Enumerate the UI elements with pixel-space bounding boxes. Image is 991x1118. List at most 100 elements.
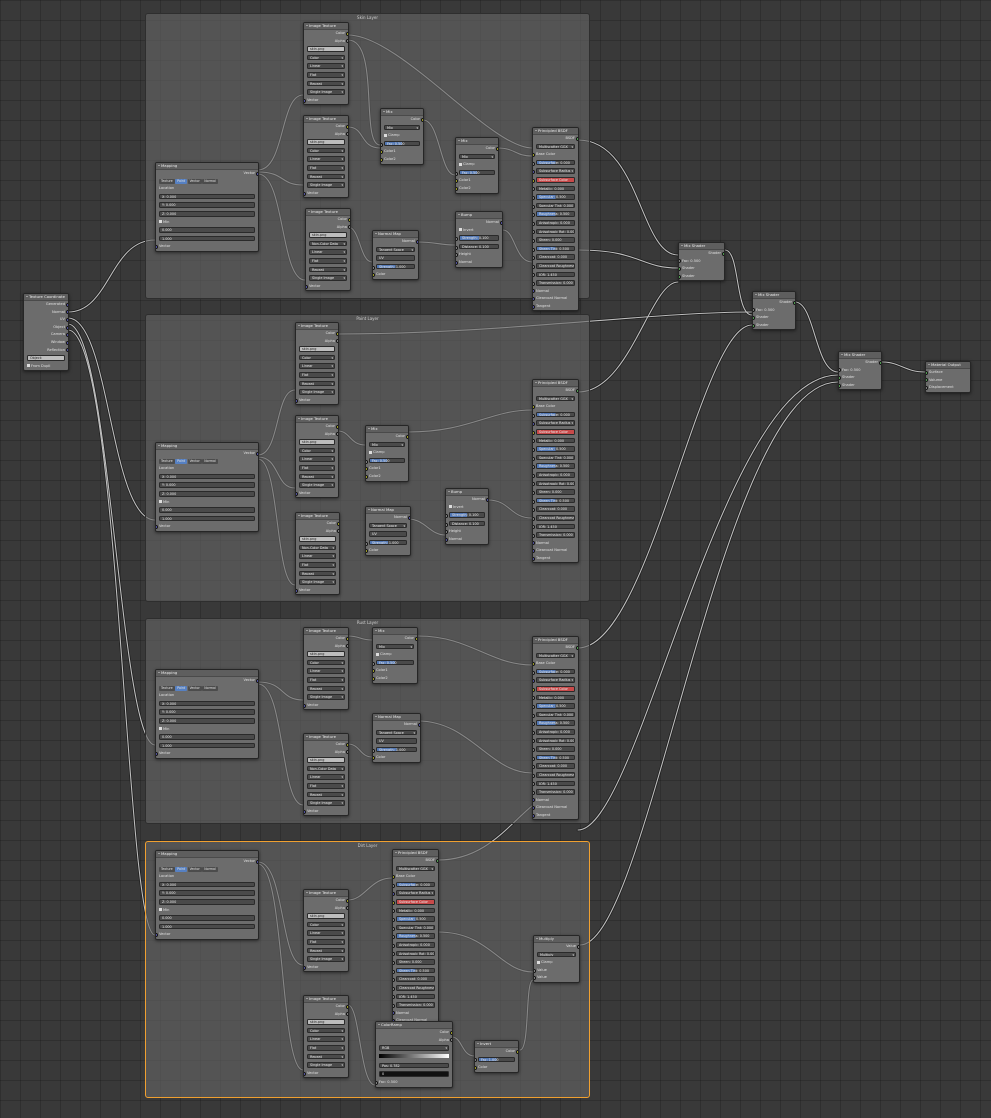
distribution-dropdown[interactable]: Multiscatter GGX [533,143,578,152]
blend-type-dropdown[interactable]: Mix [373,643,417,652]
image-texture-node[interactable]: Image Texture Color Alpha skin.png Non-Color… [305,208,351,292]
socket-icon[interactable] [304,1071,306,1076]
mix-rgb-node[interactable]: MixColorMixClampFac: 0.500Color1Color2 [455,137,499,194]
socket-icon[interactable] [346,132,348,137]
socket-icon[interactable] [304,98,306,103]
socket-icon[interactable] [879,360,881,365]
image-texture-node[interactable]: Image TextureColorAlphaskin.pngColorLine… [303,22,349,106]
extension-dropdown[interactable]: Repeat [309,266,347,273]
color-space-dropdown[interactable]: Color [307,1027,345,1034]
distribution-dropdown[interactable]: Multiscatter GGX [536,395,575,402]
sheen-slider[interactable]: Sheen: 0.000 [533,746,578,754]
specular-tint-slider[interactable]: Specular Tint: 0.000 [536,202,575,209]
interpolation-dropdown[interactable]: Linear [296,363,338,371]
socket-icon[interactable] [679,274,681,279]
image-texture-node[interactable]: Image TextureColorAlphaskin.pngColorLine… [303,115,349,199]
extension-dropdown[interactable]: Repeat [307,947,345,954]
color-space-dropdown[interactable]: Color [307,147,345,154]
socket-icon[interactable] [66,310,68,315]
blend-type-dropdown[interactable]: Mix [456,153,498,162]
extension-dropdown[interactable]: Repeat [306,266,350,275]
socket-icon[interactable] [450,1030,452,1035]
image-file-field[interactable]: skin.png [304,757,348,765]
socket-icon[interactable] [346,636,348,641]
bump-node[interactable]: Bump Normal Invert Strength: 0.100 Distance:… [445,488,489,545]
sheen-tint-slider[interactable]: Sheen Tint: 0.500 [533,245,578,254]
uv-map-field[interactable]: UV [376,738,417,744]
min-field[interactable]: 0.000 [156,734,258,742]
socket-icon[interactable] [533,230,535,235]
source-dropdown[interactable]: Single Image [304,182,348,190]
image-file-field[interactable]: skin.png [299,536,336,542]
bump-strength-slider[interactable]: Strength: 0.100 [446,512,488,520]
socket-icon[interactable] [373,669,375,674]
location-z-field[interactable]: Z: 0.000 [156,490,258,499]
subsurface-color-field[interactable]: Subsurface Color [396,898,435,905]
image-file-field[interactable]: skin.png [304,651,348,659]
source-dropdown[interactable]: Single Image [309,275,347,281]
extension-dropdown[interactable]: Repeat [296,570,339,579]
min-field[interactable]: 0.000 [156,915,258,923]
distribution-dropdown[interactable]: Multiscatter GGX [396,865,435,872]
socket-icon[interactable] [156,752,158,757]
socket-icon[interactable] [533,556,535,561]
image-file-field[interactable]: skin.png [296,439,338,447]
interpolation-dropdown[interactable]: Linear [296,553,339,561]
principled-bsdf-node[interactable]: Principled BSDFBSDF Multiscatter GGX Base … [532,379,579,564]
projection-dropdown[interactable]: Flat [304,71,348,80]
material-output-node[interactable]: Material Output Surface Volume Displacement [925,361,971,393]
socket-icon[interactable] [533,739,535,744]
bump-strength-slider[interactable]: Strength: 0.100 [459,235,499,241]
image-file-field[interactable]: skin.png [307,46,345,52]
mapping-type-tab[interactable]: Normal [202,685,218,691]
socket-icon[interactable] [839,368,841,373]
socket-icon[interactable] [533,696,535,701]
subsurface-slider[interactable]: Subsurface: 0.000 [536,411,575,418]
socket-icon[interactable] [533,297,535,302]
socket-icon[interactable] [577,944,579,949]
specular-tint-slider[interactable]: Specular Tint: 0.000 [536,711,575,718]
invert-node[interactable]: Invert Color Fac: 1.000 Color [474,1040,519,1073]
projection-dropdown[interactable]: Flat [296,371,338,380]
socket-icon[interactable] [393,900,395,905]
socket-icon[interactable] [533,525,535,530]
source-dropdown[interactable]: Single Image [304,1062,348,1070]
socket-icon[interactable] [926,370,928,375]
socket-icon[interactable] [533,806,535,811]
clearcoat-slider[interactable]: Clearcoat: 0.000 [536,763,575,769]
socket-icon[interactable] [533,178,535,183]
socket-icon[interactable] [381,142,383,147]
mapping-type-tab[interactable]: Vector [187,458,202,464]
socket-icon[interactable] [450,1038,452,1043]
subsurface-slider[interactable]: Subsurface: 0.000 [533,668,578,677]
socket-icon[interactable] [346,39,348,44]
mapping-type-tab[interactable]: Vector [187,178,202,184]
socket-icon[interactable] [533,679,535,684]
space-dropdown[interactable]: Tangent Space [373,246,418,255]
anisotropic-slider[interactable]: Anisotropic: 0.000 [536,219,575,226]
metallic-slider[interactable]: Metallic: 0.000 [536,437,575,444]
ior-field[interactable]: IOR: 1.450 [533,780,578,789]
extension-dropdown[interactable]: Repeat [304,1053,348,1062]
source-dropdown[interactable]: Single Image [299,579,336,585]
socket-icon[interactable] [456,236,458,241]
mapping-type-tab[interactable]: Normal [202,458,218,464]
extension-dropdown[interactable]: Repeat [307,1053,345,1060]
specular-tint-slider[interactable]: Specular Tint: 0.000 [536,454,575,461]
socket-icon[interactable] [533,161,535,166]
fac-slider[interactable]: Fac: 0.500 [366,457,408,466]
subsurface-slider[interactable]: Subsurface: 0.000 [533,159,578,168]
checkbox-icon[interactable] [159,500,162,504]
socket-icon[interactable] [393,874,395,879]
fac-slider[interactable]: Fac: 0.500 [456,169,498,178]
min-field[interactable]: 0.000 [159,734,255,740]
principled-bsdf-node[interactable]: Principled BSDFBSDF Multiscatter GGX Base … [532,636,579,821]
socket-icon[interactable] [346,644,348,649]
color-space-dropdown[interactable]: Color [307,921,345,928]
socket-icon[interactable] [393,917,395,922]
projection-dropdown[interactable]: Flat [307,782,345,789]
socket-icon[interactable] [256,451,258,456]
socket-icon[interactable] [793,300,795,305]
socket-icon[interactable] [533,533,535,538]
source-dropdown[interactable]: Single Image [307,89,345,95]
